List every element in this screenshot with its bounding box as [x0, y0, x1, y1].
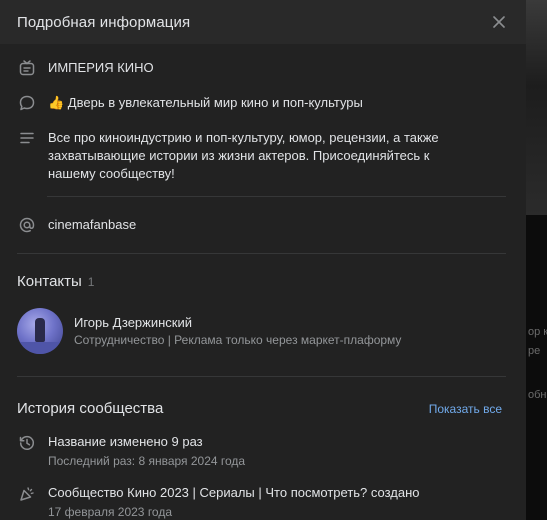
community-icon [17, 58, 37, 78]
close-button[interactable] [489, 12, 509, 32]
background-text: ре [528, 345, 541, 357]
contacts-count: 1 [87, 275, 95, 289]
contact-item[interactable]: Игорь Дзержинский Сотрудничество | Рекла… [17, 308, 401, 354]
community-slogan: 👍 Дверь в увлекательный мир кино и поп-к… [48, 95, 363, 110]
modal-title: Подробная информация [17, 13, 191, 31]
party-icon [17, 484, 37, 504]
speech-bubble-icon [17, 93, 37, 113]
history-item-title: Название изменено 9 раз [48, 434, 203, 449]
modal-header: Подробная информация [0, 0, 526, 44]
community-description: Все про киноиндустрию и поп-культуру, юм… [48, 130, 439, 181]
background-text: ор к [528, 326, 547, 338]
contacts-title: Контакты [17, 273, 82, 290]
at-sign-icon [17, 215, 37, 235]
history-item: Сообщество Кино 2023 | Сериалы | Что пос… [17, 484, 506, 520]
close-icon [493, 16, 505, 28]
info-name-row: ИМПЕРИЯ КИНО [17, 58, 506, 78]
background-page: ор к ре обна [526, 0, 547, 520]
history-title: История сообщества [17, 400, 164, 417]
history-item-date: Последний раз: 8 января 2024 года [48, 454, 246, 468]
history-item: Название изменено 9 раз Последний раз: 8… [17, 433, 506, 470]
community-name: ИМПЕРИЯ КИНО [48, 60, 154, 75]
info-address-row[interactable]: cinemafanbase [17, 215, 506, 235]
text-lines-icon [17, 128, 37, 148]
history-item-title: Сообщество Кино 2023 | Сериалы | Что пос… [48, 485, 420, 500]
show-all-link[interactable]: Показать все [429, 402, 502, 416]
contacts-heading: Контакты 1 [17, 273, 94, 290]
avatar[interactable] [17, 308, 63, 354]
background-image [526, 0, 547, 215]
info-description-row: Все про киноиндустрию и поп-культуру, юм… [17, 128, 506, 183]
divider [17, 376, 506, 377]
background-text: обна [528, 389, 547, 401]
contact-name[interactable]: Игорь Дзержинский [74, 314, 401, 331]
info-slogan-row: 👍 Дверь в увлекательный мир кино и поп-к… [17, 93, 506, 113]
history-item-date: 17 февраля 2023 года [48, 505, 173, 519]
divider [47, 196, 506, 197]
divider [17, 253, 506, 254]
details-modal: Подробная информация ИМПЕРИЯ КИНО 👍 Двер… [0, 0, 526, 520]
history-icon [17, 433, 37, 453]
community-address[interactable]: cinemafanbase [48, 216, 136, 234]
contact-role: Сотрудничество | Реклама только через ма… [74, 332, 402, 347]
